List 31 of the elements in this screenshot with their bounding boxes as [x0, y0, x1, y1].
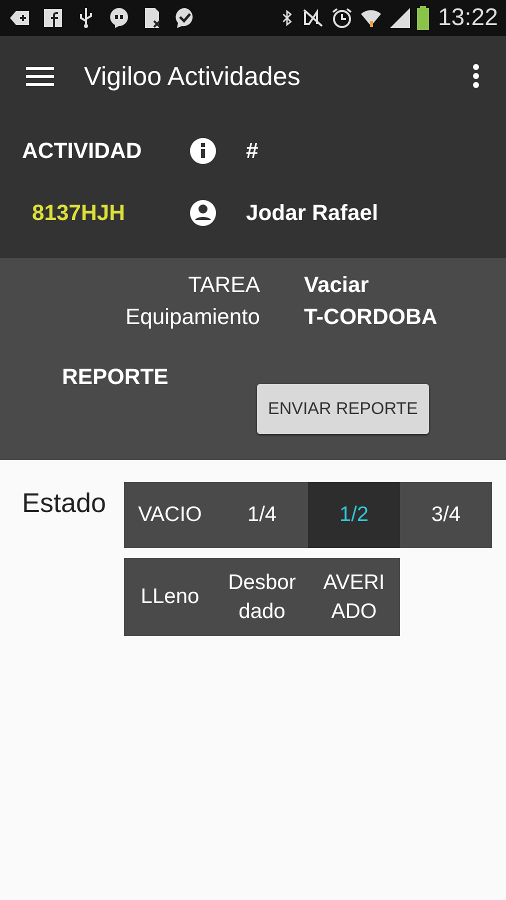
info-icon — [188, 136, 218, 166]
overflow-menu-button[interactable] — [472, 63, 480, 89]
plate-number: 8137HJH — [31, 200, 126, 226]
status-option[interactable]: 1/2 — [308, 482, 400, 548]
status-option[interactable]: 1/4 — [216, 482, 308, 548]
status-option[interactable]: AVERIADO — [308, 558, 400, 636]
status-option[interactable]: VACIO — [124, 482, 216, 548]
number-label: # — [246, 138, 258, 164]
status-label: Estado — [22, 488, 108, 520]
equipment-value: T-CORDOBA — [304, 304, 438, 330]
facebook-icon — [41, 6, 65, 30]
clock-time: 13:22 — [438, 4, 498, 32]
more-vertical-icon — [472, 63, 480, 89]
send-report-button[interactable]: ENVIAR REPORTE — [257, 384, 429, 434]
status-option[interactable]: LLeno — [124, 558, 216, 636]
task-label: TAREA — [187, 272, 260, 298]
status-option[interactable]: 3/4 — [400, 482, 492, 548]
task-value: Vaciar — [304, 272, 370, 298]
battery-icon — [416, 6, 429, 30]
menu-icon — [26, 65, 54, 87]
status-option[interactable]: Desbordado — [216, 558, 308, 636]
person-icon — [188, 198, 218, 228]
alarm-clock-icon — [330, 6, 354, 30]
app-title: Vigiloo Actividades — [84, 60, 302, 92]
signal-icon — [388, 6, 412, 30]
activity-label: ACTIVIDAD — [22, 138, 143, 164]
menu-button[interactable] — [26, 65, 54, 87]
report-label: REPORTE — [62, 364, 170, 390]
person-name: Jodar Rafael — [246, 200, 378, 226]
equipment-label: Equipamiento — [124, 304, 260, 330]
chat-bubble-icon — [107, 6, 131, 30]
